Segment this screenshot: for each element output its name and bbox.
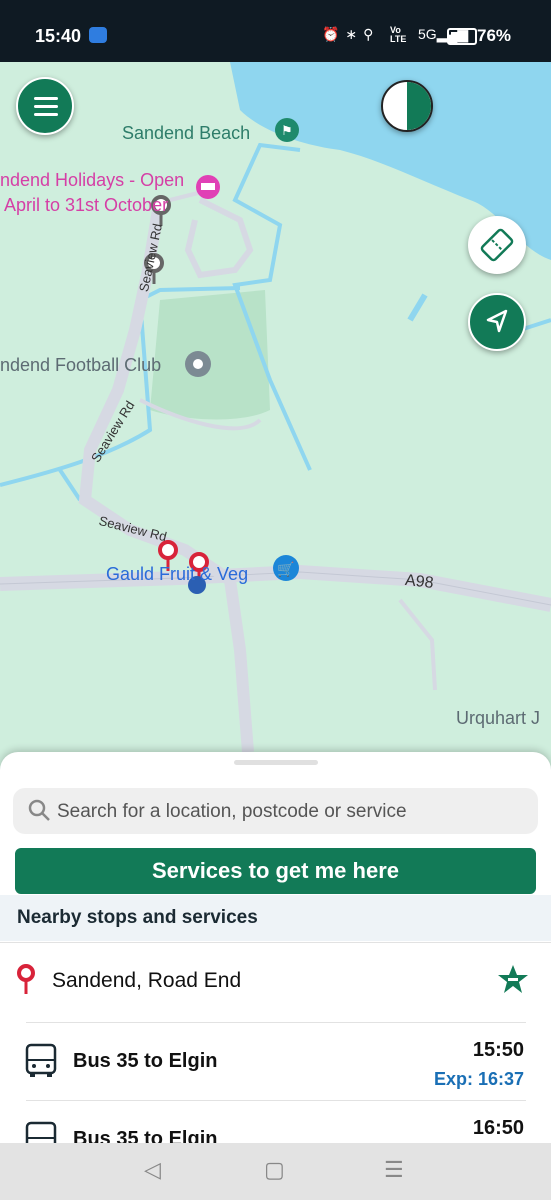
service-row[interactable]: Bus 35 to Elgin 15:50 Exp: 16:37 <box>0 1023 551 1101</box>
gauld-label[interactable]: Gauld Fruit & Veg <box>106 564 248 585</box>
recents-icon[interactable]: ☰ <box>384 1157 404 1183</box>
status-icons: ⏰∗⚲ <box>322 26 380 42</box>
bus-icon <box>25 1043 57 1077</box>
ticket-icon <box>480 228 514 262</box>
stop-row[interactable]: Sandend, Road End <box>0 942 551 1021</box>
status-bar: 15:40 ⏰∗⚲ VoLTE 5G▂▄▆ 76% <box>0 0 551 62</box>
navigation-arrow-icon <box>486 309 508 333</box>
menu-button[interactable] <box>16 77 74 135</box>
hamburger-icon <box>34 97 58 100</box>
beach-label[interactable]: Sandend Beach <box>122 123 250 144</box>
favourite-star-icon[interactable] <box>497 963 529 995</box>
shop-poi-icon: 🛒 <box>273 555 299 581</box>
hotel-poi-icon <box>196 175 220 199</box>
clock: 15:40 <box>35 26 82 46</box>
back-icon[interactable]: ◁ <box>144 1157 161 1183</box>
search-input[interactable] <box>55 788 529 836</box>
football-label[interactable]: ndend Football Club <box>0 355 161 376</box>
nearby-title: Nearby stops and services <box>17 907 258 928</box>
layer-toggle-icon <box>407 82 431 130</box>
search-icon <box>28 799 50 821</box>
services-to-get-me-here-button[interactable]: Services to get me here <box>15 848 536 894</box>
service-title: Bus 35 to Elgin <box>73 1050 218 1072</box>
urquhart-label: Urquhart J <box>456 708 541 728</box>
tickets-button[interactable] <box>468 216 526 274</box>
volte-indicator: Vo LTE <box>390 25 407 44</box>
svg-text:⚑: ⚑ <box>281 124 293 139</box>
map-canvas: ⚑ 🛒 <box>0 62 551 762</box>
road-label-a98: A98 <box>404 572 435 592</box>
search-bar[interactable] <box>13 788 538 836</box>
scheduled-time: 15:50 <box>472 1039 524 1061</box>
weather-icon <box>89 27 107 43</box>
expected-time: Exp: 16:37 <box>433 1069 524 1089</box>
map-layer-toggle-button[interactable] <box>381 80 433 132</box>
holidays-label-line2[interactable]: April to 31st October <box>4 195 168 216</box>
home-icon[interactable]: ▢ <box>264 1157 285 1183</box>
holidays-label-line1[interactable]: ndend Holidays - Open <box>0 170 184 191</box>
beach-poi-icon: ⚑ <box>275 118 299 142</box>
system-nav-bar: ◁ ▢ ☰ <box>0 1143 551 1200</box>
stop-pin-icon <box>17 964 35 994</box>
svg-text:🛒: 🛒 <box>277 561 294 578</box>
nearby-header: Nearby stops and services <box>0 895 551 941</box>
battery-icon <box>447 28 477 45</box>
football-poi-icon <box>185 351 211 377</box>
locate-me-button[interactable] <box>468 293 526 351</box>
battery-percent: 76% <box>477 26 512 45</box>
sheet-drag-handle[interactable] <box>234 760 318 765</box>
bottom-sheet[interactable]: Services to get me here Nearby stops and… <box>0 752 551 1200</box>
stop-name: Sandend, Road End <box>52 969 242 992</box>
scheduled-time: 16:50 <box>472 1117 524 1139</box>
map-view[interactable]: ⚑ 🛒 Sandend Beach ndend Holidays - Open … <box>0 62 551 762</box>
